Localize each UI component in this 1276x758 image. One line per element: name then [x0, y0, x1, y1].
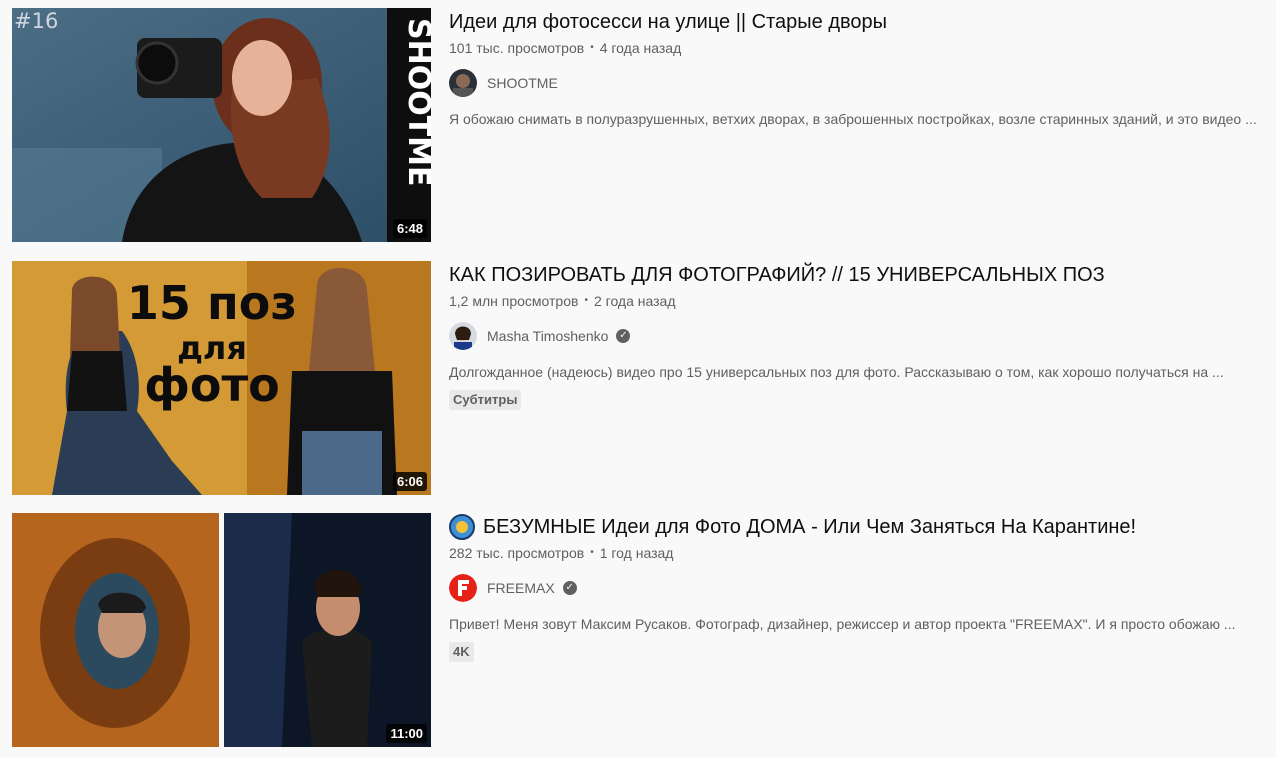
video-result: 11:00 БЕЗУМНЫЕ Идеи для Фото ДОМА - Или …	[12, 513, 1276, 749]
video-info: Идеи для фотосесси на улице || Старые дв…	[449, 8, 1276, 129]
view-count: 1,2 млн просмотров	[449, 293, 579, 309]
subtitles-badge: Субтитры	[449, 390, 522, 410]
thumbnail-text-line: фото	[144, 358, 280, 412]
video-duration: 6:06	[392, 472, 427, 491]
channel-link[interactable]: FREEMAX ✓	[449, 574, 1276, 602]
video-title[interactable]: КАК ПОЗИРОВАТЬ ДЛЯ ФОТОГРАФИЙ? // 15 УНИ…	[449, 261, 1276, 289]
video-info: БЕЗУМНЫЕ Идеи для Фото ДОМА - Или Чем За…	[449, 513, 1276, 662]
video-metadata: 282 тыс. просмотров • 1 год назад	[449, 544, 1276, 562]
video-duration: 6:48	[392, 219, 427, 238]
channel-avatar[interactable]	[449, 322, 477, 350]
video-description: Долгожданное (надеюсь) видео про 15 унив…	[449, 364, 1224, 380]
thumbnail-image	[12, 513, 431, 747]
video-title-text: БЕЗУМНЫЕ Идеи для Фото ДОМА - Или Чем За…	[483, 516, 1137, 538]
video-duration: 11:00	[386, 724, 427, 743]
video-title[interactable]: Идеи для фотосесси на улице || Старые дв…	[449, 8, 1276, 36]
video-metadata: 1,2 млн просмотров • 2 года назад	[449, 292, 1276, 310]
thumbnail-image: SHOOTME	[12, 8, 431, 242]
verified-check-icon: ✓	[562, 581, 577, 595]
verified-check-icon: ✓	[616, 329, 631, 343]
channel-avatar[interactable]	[449, 69, 477, 97]
separator-dot: •	[584, 295, 588, 306]
search-results: SHOOTME #16 6:48 Идеи для фотосесси на у…	[0, 0, 1276, 758]
video-metadata: 101 тыс. просмотров • 4 года назад	[449, 39, 1276, 57]
channel-link[interactable]: SHOOTME	[449, 69, 1276, 97]
upload-age: 1 год назад	[599, 545, 674, 561]
video-result: SHOOTME #16 6:48 Идеи для фотосесси на у…	[12, 8, 1276, 244]
channel-link[interactable]: Masha Timoshenko ✓	[449, 322, 1276, 350]
channel-name[interactable]: FREEMAX	[487, 580, 555, 596]
video-result: 15 поз для фото 6:06 КАК ПОЗИРОВАТЬ ДЛЯ …	[12, 261, 1276, 497]
channel-avatar[interactable]	[449, 574, 477, 602]
video-thumbnail[interactable]: 11:00	[12, 513, 431, 747]
channel-name[interactable]: Masha Timoshenko	[487, 328, 608, 344]
video-title[interactable]: БЕЗУМНЫЕ Идеи для Фото ДОМА - Или Чем За…	[449, 513, 1276, 541]
upload-age: 4 года назад	[599, 40, 682, 56]
lion-emoji-icon	[449, 514, 475, 540]
video-info: КАК ПОЗИРОВАТЬ ДЛЯ ФОТОГРАФИЙ? // 15 УНИ…	[449, 261, 1276, 410]
separator-dot: •	[590, 42, 594, 53]
video-title-text: КАК ПОЗИРОВАТЬ ДЛЯ ФОТОГРАФИЙ? // 15 УНИ…	[449, 264, 1105, 286]
video-thumbnail[interactable]: 15 поз для фото 6:06	[12, 261, 431, 495]
video-thumbnail[interactable]: SHOOTME #16 6:48	[12, 8, 431, 242]
quality-4k-badge: 4K	[449, 642, 474, 662]
channel-name[interactable]: SHOOTME	[487, 75, 558, 91]
video-title-text: Идеи для фотосесси на улице || Старые дв…	[449, 11, 888, 33]
upload-age: 2 года назад	[593, 293, 676, 309]
thumbnail-image: 15 поз для фото	[12, 261, 431, 495]
thumbnail-text-line: 15 поз	[127, 276, 297, 330]
episode-number: #16	[14, 9, 59, 33]
view-count: 282 тыс. просмотров	[449, 545, 585, 561]
thumbnail-side-text: SHOOTME	[401, 18, 431, 187]
video-description: Привет! Меня зовут Максим Русаков. Фотог…	[449, 616, 1236, 632]
video-description: Я обожаю снимать в полуразрушенных, ветх…	[449, 111, 1257, 127]
view-count: 101 тыс. просмотров	[449, 40, 585, 56]
separator-dot: •	[590, 547, 594, 558]
